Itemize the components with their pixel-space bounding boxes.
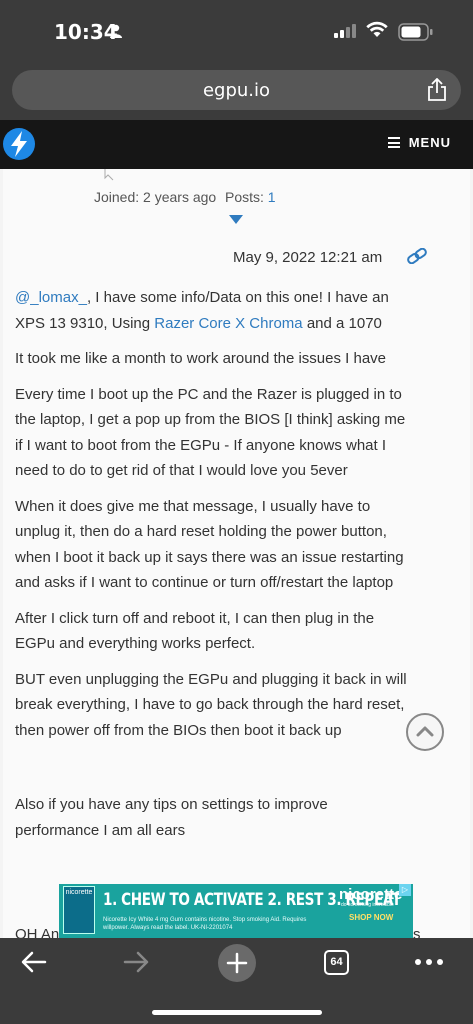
post-date: May 9, 2022 12:21 am — [233, 249, 383, 266]
forum-post: Joined: 2 years ago Posts: 1 May 9, 2022… — [3, 169, 470, 938]
post-text: Every time I boot up the PC and the Raze… — [15, 385, 402, 403]
mention-link[interactable]: @_lomax_ — [15, 289, 87, 306]
post-text: performance I am all ears — [15, 821, 186, 839]
address-bar[interactable]: egpu.io — [12, 70, 461, 110]
menu-button[interactable]: MENU — [387, 135, 451, 150]
post-text: and a 1070 — [302, 314, 382, 332]
cellular-signal-icon — [334, 24, 356, 38]
posts-label: Posts: — [225, 189, 264, 205]
ad-tagline: do something incredible — [341, 902, 394, 908]
post-text: After I click turn off and reboot it, I … — [15, 609, 375, 627]
post-paragraph: After I click turn off and reboot it, I … — [15, 606, 435, 657]
post-text: unplug it, then do a hard reset holding … — [15, 523, 387, 540]
site-header: MENU — [0, 120, 473, 169]
post-text: EGPu and everything works perfect. — [15, 635, 256, 652]
post-text: , I have some info/Data on this one! I h… — [86, 289, 389, 306]
home-indicator[interactable] — [152, 1010, 322, 1015]
post-text: need to do to get rid of that I would lo… — [15, 462, 348, 479]
forward-arrow-icon[interactable] — [122, 948, 150, 976]
post-paragraph: Also if you have any tips on settings to… — [15, 792, 435, 843]
post-text-cut: s — [413, 926, 421, 938]
status-time: 10:34 — [54, 20, 118, 44]
menu-label: MENU — [408, 135, 451, 150]
author-joined: Joined: 2 years ago — [94, 189, 217, 205]
post-text: When it does give me that message, I usu… — [15, 497, 371, 515]
browser-toolbar-top: egpu.io — [0, 64, 473, 120]
product-link[interactable]: Razer Core X Chroma — [154, 315, 302, 332]
back-arrow-icon[interactable] — [20, 948, 48, 976]
post-text: when I boot it back up it says there was… — [15, 548, 404, 566]
post-text: then power off from the BIOs then boot i… — [15, 721, 342, 739]
post-text: the laptop, I get a pop up from the BIOS… — [15, 411, 406, 428]
permalink-icon[interactable] — [406, 248, 428, 264]
post-text: break everything, I have to go back thro… — [15, 696, 405, 713]
wifi-icon — [366, 21, 388, 37]
url-text: egpu.io — [202, 80, 271, 101]
post-paragraph: Every time I boot up the PC and the Raze… — [15, 382, 435, 484]
adchoices-icon[interactable]: ▷ — [399, 884, 411, 896]
post-paragraph: It took me like a month to work around t… — [15, 350, 387, 367]
posts-count[interactable]: 1 — [268, 189, 276, 205]
battery-icon — [398, 23, 433, 41]
hamburger-icon — [387, 137, 400, 148]
cursor-icon — [104, 169, 114, 181]
author-posts: Posts: 1 — [225, 189, 276, 205]
post-paragraph: @_lomax_, I have some info/Data on this … — [15, 285, 435, 336]
ad-shop-now[interactable]: SHOP NOW — [349, 913, 393, 922]
post-paragraph: BUT even unplugging the EGPu and pluggin… — [15, 667, 435, 744]
person-icon — [110, 24, 122, 38]
new-tab-plus-icon[interactable] — [217, 943, 257, 983]
browser-toolbar-bottom: 64 — [0, 938, 473, 1024]
post-text: XPS 13 9310, Using — [15, 314, 155, 332]
scroll-to-top-button[interactable] — [406, 713, 444, 751]
site-logo-icon[interactable] — [2, 127, 36, 161]
share-icon[interactable] — [427, 78, 447, 102]
ad-product-image: nicorette — [63, 886, 95, 934]
post-text: Also if you have any tips on settings to… — [15, 796, 328, 813]
advertisement-banner[interactable]: nicorette 1. CHEW TO ACTIVATE 2. REST 3.… — [59, 884, 413, 938]
post-text: BUT even unplugging the EGPu and pluggin… — [15, 670, 407, 688]
post-text: if I want to boot from the EGPu - If any… — [15, 436, 387, 454]
ad-fine-print: Nicorette Icy White 4 mg Gum contains ni… — [103, 917, 307, 931]
tab-switcher-button[interactable]: 64 — [324, 950, 349, 975]
ad-brand: nicorette — [339, 886, 403, 903]
status-bar: 10:34 — [0, 0, 473, 64]
more-options-icon[interactable] — [414, 958, 444, 966]
post-body: @_lomax_, I have some info/Data on this … — [15, 285, 435, 853]
post-text-cut: OH An — [15, 926, 60, 938]
caret-down-icon[interactable] — [229, 215, 243, 224]
chevron-up-icon — [416, 726, 434, 737]
post-text: and asks if I want to continue or turn o… — [15, 574, 394, 591]
post-paragraph: When it does give me that message, I usu… — [15, 494, 435, 596]
